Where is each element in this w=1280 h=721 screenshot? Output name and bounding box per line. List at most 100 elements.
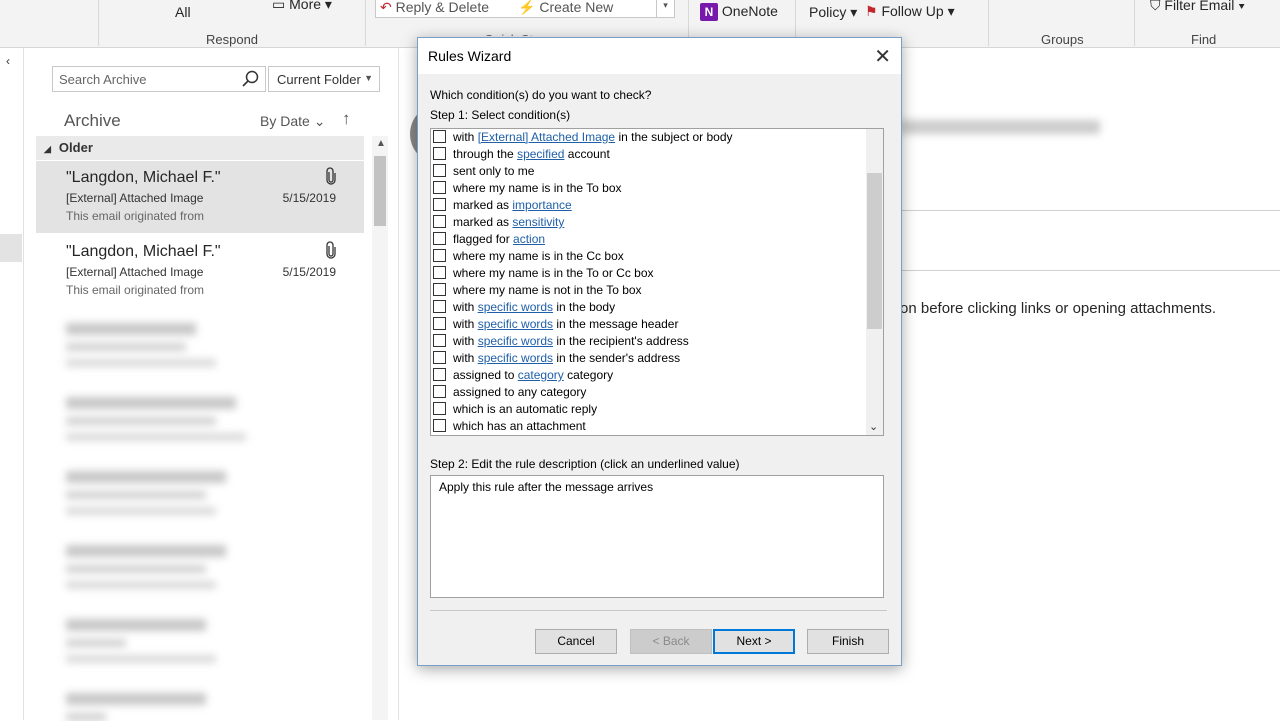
condition-checkbox[interactable] <box>433 402 446 416</box>
filter-icon: ⛉ <box>1150 0 1161 13</box>
gallery-expand-icon[interactable]: ▾ <box>656 0 674 17</box>
cancel-button[interactable]: Cancel <box>535 629 617 654</box>
condition-checkbox[interactable] <box>433 283 446 297</box>
condition-checkbox[interactable] <box>433 181 446 195</box>
condition-checkbox[interactable] <box>433 198 446 212</box>
next-button[interactable]: Next > <box>713 629 795 654</box>
condition-checkbox[interactable] <box>433 130 446 144</box>
mail-item-obscured[interactable] <box>36 679 364 721</box>
condition-row[interactable]: which has an attachment <box>433 418 586 435</box>
condition-row[interactable]: where my name is in the Cc box <box>433 248 624 265</box>
condition-value-link[interactable]: [External] Attached Image <box>478 130 615 144</box>
condition-checkbox[interactable] <box>433 419 446 433</box>
condition-row[interactable]: sent only to me <box>433 163 534 180</box>
chevron-down-icon: ⌄ <box>313 113 326 129</box>
quick-steps-gallery[interactable]: ↶ Reply & Delete ⚡ Create New ▾ <box>375 0 675 18</box>
mail-item-obscured[interactable] <box>36 457 364 529</box>
scrollbar-thumb[interactable] <box>374 156 386 226</box>
condition-value-link[interactable]: importance <box>512 198 571 212</box>
follow-up-label: Follow Up <box>881 3 944 19</box>
condition-row[interactable]: marked as sensitivity <box>433 214 564 231</box>
condition-row[interactable]: assigned to category category <box>433 367 613 384</box>
scrollbar-thumb[interactable] <box>867 173 882 329</box>
condition-checkbox[interactable] <box>433 249 446 263</box>
condition-text: where my name is not in the To box <box>453 283 642 297</box>
reply-all-button[interactable]: All <box>175 4 191 20</box>
rule-description-box[interactable]: Apply this rule after the message arrive… <box>430 475 884 598</box>
search-input[interactable]: Search Archive <box>59 72 146 87</box>
condition-value-link[interactable]: specific words <box>478 351 553 365</box>
condition-checkbox[interactable] <box>433 334 446 348</box>
conditions-scrollbar[interactable]: ⌄ <box>866 129 883 435</box>
scroll-down-icon[interactable]: ⌄ <box>869 420 878 433</box>
condition-checkbox[interactable] <box>433 317 446 331</box>
condition-checkbox[interactable] <box>433 300 446 314</box>
condition-value-link[interactable]: category <box>518 368 564 382</box>
expand-chevron-icon[interactable]: ‹ <box>6 54 10 68</box>
condition-value-link[interactable]: action <box>513 232 545 246</box>
search-box[interactable]: Search Archive <box>52 66 266 92</box>
condition-row[interactable]: assigned to any category <box>433 384 586 401</box>
filter-email-button[interactable]: ⛉ Filter Email ▾ <box>1150 0 1245 14</box>
condition-row[interactable]: through the specified account <box>433 146 610 163</box>
mail-item[interactable]: "Langdon, Michael F." [External] Attache… <box>36 161 364 233</box>
condition-row[interactable]: where my name is not in the To box <box>433 282 642 299</box>
condition-checkbox[interactable] <box>433 266 446 280</box>
condition-row[interactable]: with specific words in the message heade… <box>433 316 678 333</box>
condition-text: marked as <box>453 215 513 229</box>
back-button[interactable]: < Back <box>630 629 712 654</box>
more-respond-button[interactable]: ▭ More ▾ <box>272 0 332 13</box>
condition-text: with <box>453 317 478 331</box>
condition-row[interactable]: which is an automatic reply <box>433 401 597 418</box>
condition-checkbox[interactable] <box>433 215 446 229</box>
folder-pane-selection[interactable] <box>0 234 22 262</box>
dialog-titlebar: Rules Wizard ✕ <box>418 38 901 74</box>
condition-text: through the <box>453 147 518 161</box>
follow-up-button[interactable]: ⚑ Follow Up ▾ <box>865 3 955 20</box>
condition-text: in the recipient's address <box>553 334 689 348</box>
condition-checkbox[interactable] <box>433 368 446 382</box>
mail-item-obscured[interactable] <box>36 309 364 381</box>
mail-item-obscured[interactable] <box>36 383 364 455</box>
condition-text: sent only to me <box>453 164 535 178</box>
condition-value-link[interactable]: specific words <box>478 317 553 331</box>
policy-button[interactable]: Policy ▾ <box>809 4 857 21</box>
condition-value-link[interactable]: specific words <box>478 334 553 348</box>
condition-value-link[interactable]: specified <box>517 147 564 161</box>
more-icon: ▭ <box>272 0 290 12</box>
condition-checkbox[interactable] <box>433 164 446 178</box>
condition-row[interactable]: with specific words in the sender's addr… <box>433 350 680 367</box>
condition-value-link[interactable]: sensitivity <box>512 215 564 229</box>
condition-row[interactable]: where my name is in the To or Cc box <box>433 265 654 282</box>
sort-by-dropdown[interactable]: By Date ⌄ <box>260 113 325 130</box>
reply-delete-step[interactable]: ↶ Reply & Delete <box>380 0 489 16</box>
condition-checkbox[interactable] <box>433 147 446 161</box>
condition-checkbox[interactable] <box>433 351 446 365</box>
finish-button[interactable]: Finish <box>807 629 889 654</box>
condition-row[interactable]: with specific words in the recipient's a… <box>433 333 689 350</box>
search-icon[interactable] <box>241 69 261 92</box>
condition-value-link[interactable]: specific words <box>478 300 553 314</box>
group-header[interactable]: ◢ Older <box>36 136 364 160</box>
condition-checkbox[interactable] <box>433 385 446 399</box>
condition-row[interactable]: marked as importance <box>433 197 572 214</box>
mail-item[interactable]: "Langdon, Michael F." [External] Attache… <box>36 235 364 307</box>
condition-row[interactable]: with [External] Attached Image in the su… <box>433 129 733 146</box>
onenote-label: OneNote <box>721 3 778 19</box>
mail-item-obscured[interactable] <box>36 605 364 677</box>
close-icon[interactable]: ✕ <box>874 44 891 69</box>
conditions-listbox[interactable]: ⌄ with [External] Attached Image in the … <box>430 128 884 436</box>
search-scope-dropdown[interactable]: Current Folder ▼ <box>268 66 380 92</box>
filter-email-label: Filter Email <box>1164 0 1235 13</box>
onenote-button[interactable]: N OneNote <box>700 3 778 22</box>
mail-item-obscured[interactable] <box>36 531 364 603</box>
scroll-up-icon[interactable]: ▲ <box>376 138 386 149</box>
condition-row[interactable]: flagged for action <box>433 231 545 248</box>
condition-row[interactable]: with specific words in the body <box>433 299 615 316</box>
paperclip-icon <box>326 241 336 262</box>
condition-row[interactable]: where my name is in the To box <box>433 180 622 197</box>
create-new-step[interactable]: ⚡ Create New <box>518 0 613 16</box>
condition-checkbox[interactable] <box>433 232 446 246</box>
mail-list-scrollbar[interactable]: ▲ <box>372 136 388 720</box>
sort-direction-icon[interactable]: ↑ <box>342 109 351 129</box>
